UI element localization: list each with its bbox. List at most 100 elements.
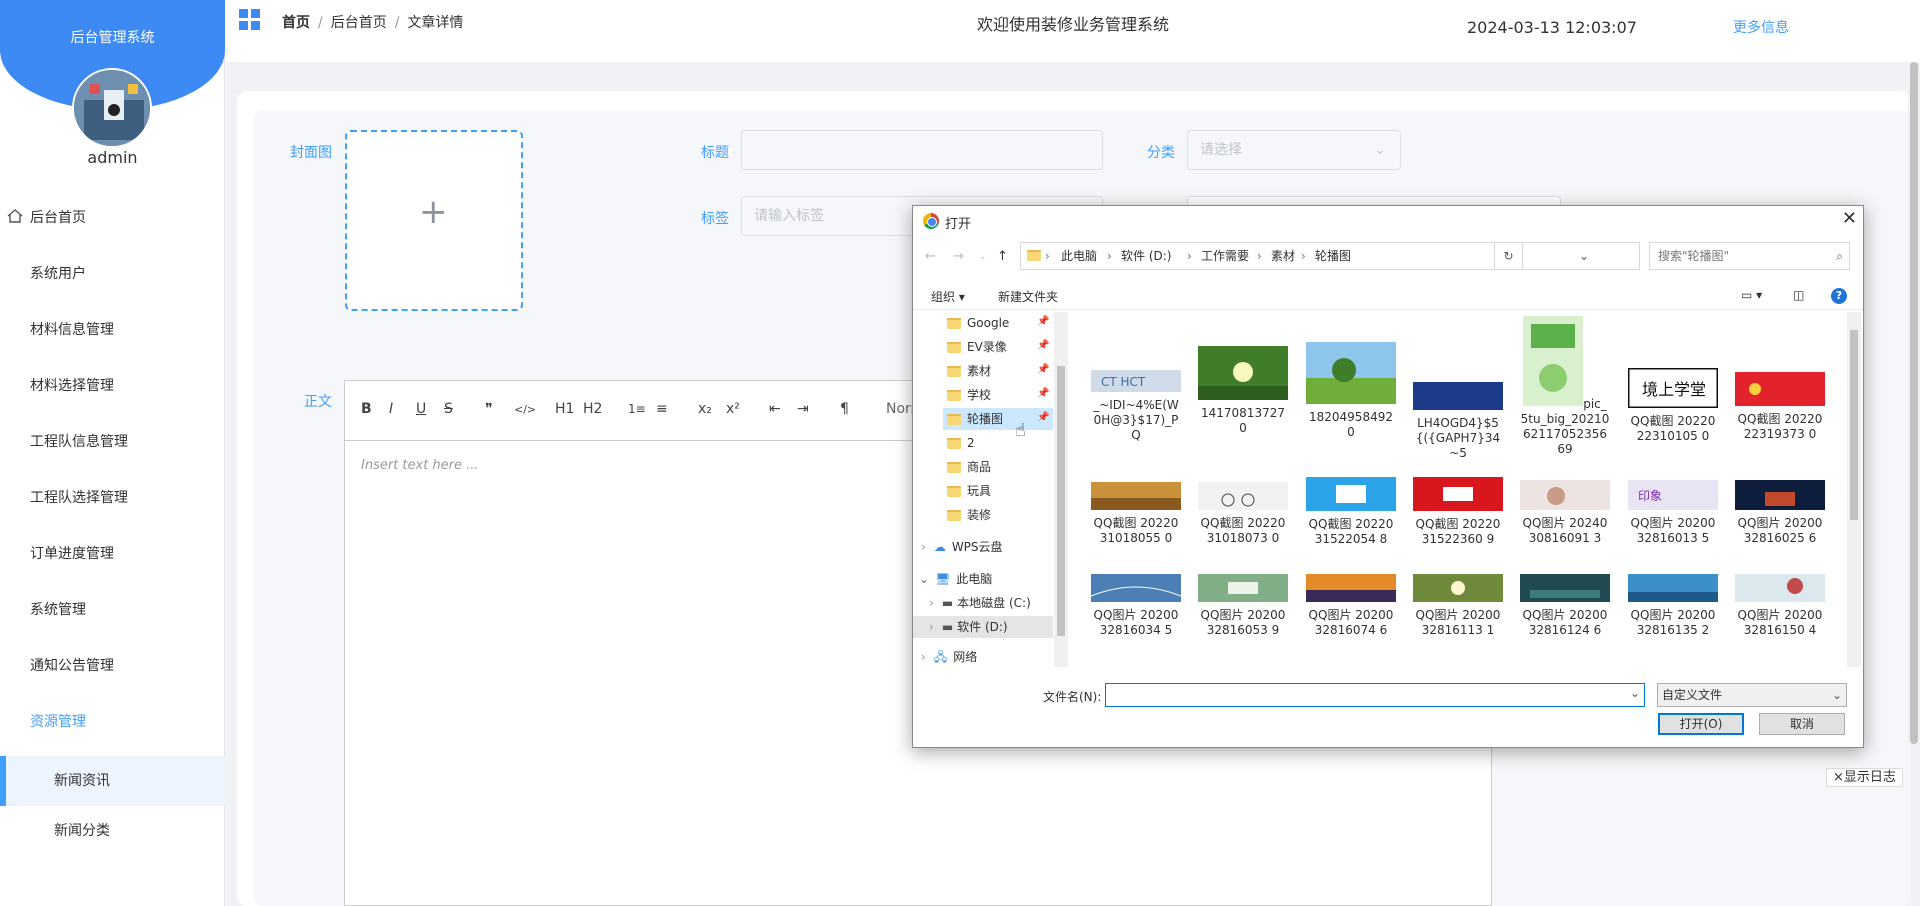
back-icon[interactable]: ← xyxy=(925,249,936,264)
tree-scroll-thumb[interactable] xyxy=(1057,366,1065,636)
forward-icon[interactable]: → xyxy=(953,249,964,264)
open-button[interactable]: 打开(O) xyxy=(1658,713,1744,735)
cover-upload[interactable]: + xyxy=(345,130,523,311)
file-item[interactable]: QQ截图 2022022319373 0 xyxy=(1735,372,1825,442)
bold-button[interactable]: B xyxy=(361,401,372,417)
file-item[interactable]: QQ图片 2024030816091 3 xyxy=(1520,480,1610,546)
file-item[interactable]: QQ图片 2020032816113 1 xyxy=(1413,574,1503,638)
sidebar-item-resources[interactable]: 资源管理 xyxy=(0,700,225,756)
menu-toggle-icon[interactable] xyxy=(239,9,261,31)
file-item[interactable]: QQ截图 2022031018073 0 xyxy=(1198,482,1288,546)
tree-item[interactable]: 2 xyxy=(947,432,975,454)
direction-button[interactable]: ¶ xyxy=(840,401,849,417)
file-item[interactable]: pic_5tu_big_2021062117052356 69 xyxy=(1520,316,1610,457)
tree-item-this-pc[interactable]: ⌄ 🖥 此电脑 xyxy=(919,568,992,590)
file-list-scroll-thumb[interactable] xyxy=(1850,330,1858,520)
path-segment[interactable]: 此电脑 xyxy=(1061,243,1097,269)
file-item[interactable]: QQ图片 2020032816053 9 xyxy=(1198,574,1288,638)
indent-button[interactable]: ⇥ xyxy=(797,401,809,417)
up-icon[interactable]: ↑ xyxy=(997,249,1008,264)
file-item[interactable]: QQ图片 2020032816025 6 xyxy=(1735,480,1825,546)
ordered-list-button[interactable]: 1≡ xyxy=(628,402,646,416)
tree-item[interactable]: 素材 xyxy=(947,360,991,382)
file-item[interactable]: 印象 QQ图片 2020032816013 5 xyxy=(1628,480,1718,546)
file-item[interactable]: QQ截图 2022031018055 0 xyxy=(1091,482,1181,546)
cancel-button[interactable]: 取消 xyxy=(1759,713,1845,735)
title-input[interactable] xyxy=(741,130,1103,170)
file-item[interactable]: QQ图片 2020032816074 6 xyxy=(1306,574,1396,638)
page-scroll-thumb[interactable] xyxy=(1910,62,1918,744)
tree-item-drive-d[interactable]: › ▬ 软件 (D:) xyxy=(913,616,1053,638)
new-folder-button[interactable]: 新建文件夹 xyxy=(998,288,1058,305)
show-log-button[interactable]: ×显示日志 xyxy=(1826,768,1903,787)
file-item[interactable]: CT HCT _~IDI~4%E(W0H@3}$17)_PQ xyxy=(1091,370,1181,443)
avatar[interactable] xyxy=(72,68,152,148)
file-item[interactable]: QQ图片 2020032816135 2 xyxy=(1628,574,1718,638)
path-segment[interactable]: 软件 (D:) xyxy=(1121,243,1171,269)
h2-button[interactable]: H2 xyxy=(583,401,602,417)
tree-item[interactable]: 玩具 xyxy=(947,480,991,502)
underline-button[interactable]: U xyxy=(416,401,426,417)
tree-item[interactable]: 装修 xyxy=(947,504,991,526)
sidebar-item-order-progress[interactable]: 订单进度管理 xyxy=(0,532,225,588)
tree-item-drive-c[interactable]: › ▬ 本地磁盘 (C:) xyxy=(929,592,1031,614)
history-chevron-icon[interactable]: ⌄ xyxy=(979,252,987,262)
filename-input[interactable]: ⌄ xyxy=(1105,683,1645,707)
preview-pane-icon[interactable]: ◫ xyxy=(1793,288,1804,302)
tree-item-network[interactable]: › 🖧 网络 xyxy=(921,646,977,667)
page-scrollbar[interactable] xyxy=(1908,62,1920,744)
sidebar-item-material-info[interactable]: 材料信息管理 xyxy=(0,308,225,364)
sidebar-item-team-info[interactable]: 工程队信息管理 xyxy=(0,420,225,476)
path-segment[interactable]: 素材 xyxy=(1271,243,1295,269)
file-item[interactable]: 141708137270 xyxy=(1198,346,1288,436)
path-segment[interactable]: 轮播图 xyxy=(1315,243,1351,269)
sidebar-subitem-news[interactable]: 新闻资讯 xyxy=(0,756,225,806)
file-list-scrollbar[interactable] xyxy=(1847,312,1861,667)
file-item[interactable]: QQ图片 2020032816124 6 xyxy=(1520,574,1610,638)
sidebar-item-material-select[interactable]: 材料选择管理 xyxy=(0,364,225,420)
address-bar[interactable]: › 此电脑 › 软件 (D:) › 工作需要 › 素材 › 轮播图 ⌄ xyxy=(1020,242,1640,270)
file-item[interactable]: 182049584920 xyxy=(1306,342,1396,440)
view-options-icon[interactable]: ▭ ▾ xyxy=(1741,288,1762,302)
sidebar-subitem-news-category[interactable]: 新闻分类 xyxy=(0,806,225,856)
file-item[interactable]: QQ截图 2022031522054 8 xyxy=(1306,477,1396,547)
help-icon[interactable]: ? xyxy=(1831,288,1847,304)
outdent-button[interactable]: ⇤ xyxy=(769,401,781,417)
sidebar-item-home[interactable]: 后台首页 xyxy=(0,196,225,252)
more-info-link[interactable]: 更多信息 xyxy=(1733,17,1789,37)
organize-button[interactable]: 组织 ▾ xyxy=(931,288,965,305)
file-item[interactable]: 境上学堂 QQ截图 2022022310105 0 xyxy=(1626,366,1720,444)
file-item[interactable]: LH4OGD4}$5{({GAPH7}34~5 xyxy=(1413,382,1503,461)
code-button[interactable]: </> xyxy=(514,403,536,416)
sidebar-item-team-select[interactable]: 工程队选择管理 xyxy=(0,476,225,532)
file-item[interactable]: QQ截图 2022031522360 9 xyxy=(1413,477,1503,547)
search-input[interactable]: 搜索"轮播图" ⌕ xyxy=(1649,242,1850,270)
filetype-select[interactable]: 自定义文件 ⌄ xyxy=(1657,683,1847,707)
tree-item[interactable]: EV录像 xyxy=(947,336,1007,358)
superscript-button[interactable]: x² xyxy=(726,401,740,417)
close-icon[interactable]: ✕ xyxy=(1842,208,1857,229)
italic-button[interactable]: I xyxy=(389,401,393,417)
sidebar-item-system-users[interactable]: 系统用户 xyxy=(0,252,225,308)
file-item[interactable]: QQ图片 2020032816150 4 xyxy=(1735,574,1825,638)
dialog-title-bar[interactable]: 打开 ✕ xyxy=(913,206,1863,236)
subscript-button[interactable]: x₂ xyxy=(698,401,712,417)
address-chevron-icon[interactable]: ⌄ xyxy=(1579,243,1589,269)
breadcrumb-dashboard[interactable]: 后台首页 xyxy=(331,15,387,31)
quote-button[interactable]: ❞ xyxy=(485,401,493,417)
tree-item-wps[interactable]: › ☁ WPS云盘 xyxy=(921,536,1003,558)
sidebar-item-notice[interactable]: 通知公告管理 xyxy=(0,644,225,700)
tree-scrollbar[interactable] xyxy=(1054,312,1068,667)
path-segment[interactable]: 工作需要 xyxy=(1201,243,1249,269)
category-select[interactable]: 请选择 ⌄ xyxy=(1187,130,1401,170)
tree-item[interactable]: 商品 xyxy=(947,456,991,478)
refresh-icon[interactable]: ↻ xyxy=(1494,242,1523,270)
h1-button[interactable]: H1 xyxy=(555,401,574,417)
bullet-list-button[interactable]: ≡ xyxy=(656,401,668,417)
strike-button[interactable]: S xyxy=(444,401,453,417)
sidebar-item-system-manage[interactable]: 系统管理 xyxy=(0,588,225,644)
tree-item[interactable]: Google xyxy=(947,312,1009,334)
tree-item[interactable]: 学校 xyxy=(947,384,991,406)
file-item[interactable]: QQ图片 2020032816034 5 xyxy=(1090,574,1182,638)
breadcrumb-home[interactable]: 首页 xyxy=(282,15,310,31)
